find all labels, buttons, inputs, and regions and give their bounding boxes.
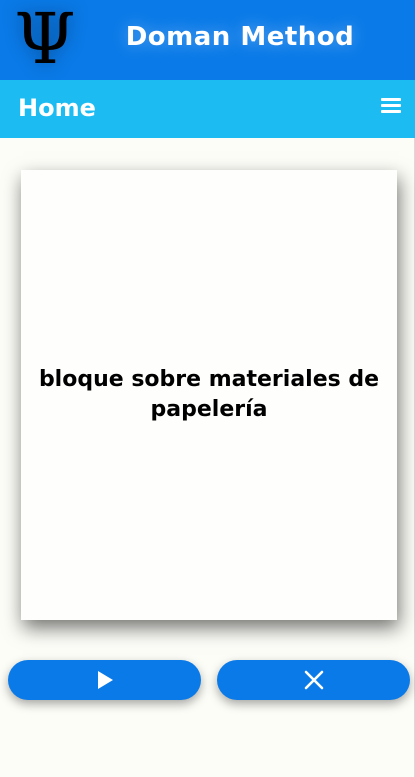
close-button[interactable] <box>217 660 410 700</box>
app-header: Ψ Doman Method <box>0 0 415 80</box>
page-title: Home <box>18 94 96 122</box>
flash-card: bloque sobre materiales de papelería <box>21 170 397 620</box>
nav-bar: Home <box>0 80 415 138</box>
flash-card-text: bloque sobre materiales de papelería <box>38 367 380 422</box>
app-title: Doman Method <box>125 22 355 52</box>
psi-logo-glyph: Ψ <box>14 0 76 80</box>
app-screen: Ψ Doman Method Home bloque sobre materia… <box>0 0 415 777</box>
hamburger-menu-icon[interactable] <box>381 98 401 114</box>
play-icon <box>97 671 113 689</box>
close-icon <box>304 670 323 690</box>
psi-logo: Ψ <box>14 4 76 74</box>
play-button[interactable] <box>8 660 201 700</box>
